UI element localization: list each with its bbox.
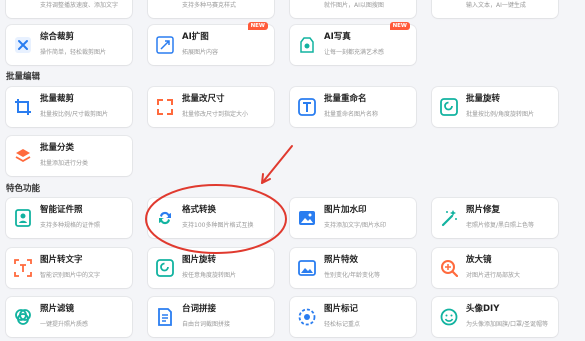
tool-title: 图片加水印 <box>324 205 367 215</box>
tool-card-batch-rename[interactable]: 批量重命名 批量重命名图片名称 <box>290 87 416 127</box>
tool-card-photo-repair[interactable]: 照片修复 老照片修复/黑白照上色等 <box>432 198 558 238</box>
tool-card-ai-generate[interactable]: 输入文本，AI一键生成 <box>432 0 558 18</box>
tool-desc: 轻松标记重点 <box>324 321 361 328</box>
tool-card-batch-resize[interactable]: 批量改尺寸 批量修改尺寸到指定大小 <box>148 87 274 127</box>
tool-title: 照片滤镜 <box>40 304 75 314</box>
section-title-batch: 批量编辑 <box>6 72 41 82</box>
smiley-icon <box>440 308 458 326</box>
tool-card-batch-classify[interactable]: 批量分类 批量添加进行分类 <box>6 136 132 176</box>
tool-card-batch-rotate[interactable]: 批量旋转 批量按比例/角度旋转图片 <box>432 87 558 127</box>
tool-desc: 批量重命名图片名称 <box>324 111 379 118</box>
tool-title: 放大镜 <box>466 255 492 265</box>
tool-desc: 支持多种规格的证件照 <box>40 222 101 229</box>
tool-title: 综合裁剪 <box>40 32 75 42</box>
batch-crop-icon <box>14 98 32 116</box>
tool-title: 台词拼接 <box>182 304 217 314</box>
tool-card-video[interactable]: 支持调整播放速度、添加文字 <box>6 0 132 18</box>
tool-card-crop[interactable]: 综合裁剪 操作简单，轻松裁剪图片 <box>6 25 132 65</box>
tool-card-avatar-diy[interactable]: 头像DIY 为头像添加国旗/口罩/圣诞帽等 <box>432 297 558 337</box>
tool-desc: 老照片修复/黑白照上色等 <box>466 222 535 229</box>
resize-icon <box>156 98 174 116</box>
tool-grid-page: 支持调整播放速度、添加文字 支持多种马赛克样式 就作图片，AI以图搜图 输入文本… <box>0 0 585 341</box>
tool-card-mosaic[interactable]: 支持多种马赛克样式 <box>148 0 274 18</box>
document-icon <box>156 308 174 326</box>
rotate-icon <box>440 98 458 116</box>
tool-title: 图片标记 <box>324 304 359 314</box>
magic-wand-icon <box>440 209 458 227</box>
tool-card-magnifier[interactable]: 放大镜 对图片进行局部放大 <box>432 248 558 288</box>
tool-desc: 为头像添加国旗/口罩/圣诞帽等 <box>466 321 549 328</box>
tool-desc: 支持多种马赛克样式 <box>182 2 237 9</box>
tool-card-photo-effects[interactable]: 照片特效 性别变化/年龄变化等 <box>290 248 416 288</box>
tool-desc: 就作图片，AI以图搜图 <box>324 2 384 9</box>
layers-icon <box>14 147 32 165</box>
tool-desc: 支持100多种图片格式互换 <box>182 222 254 229</box>
tool-desc: 支持添加文字/图片水印 <box>324 222 387 229</box>
tool-title: 批量裁剪 <box>40 94 75 104</box>
tool-desc: 自由台词截图拼接 <box>182 321 231 328</box>
section-title-special: 特色功能 <box>6 184 41 194</box>
new-badge: NEW <box>389 22 410 30</box>
rename-icon <box>298 98 316 116</box>
tool-desc: 按任意角度旋转图片 <box>182 272 237 279</box>
tool-card-photo-filter[interactable]: 照片滤镜 一键提升照片质感 <box>6 297 132 337</box>
crop-icon <box>14 36 32 54</box>
tool-title: 批量旋转 <box>466 94 501 104</box>
tool-title: 图片转文字 <box>40 255 83 265</box>
tool-title: 批量重命名 <box>324 94 367 104</box>
tool-card-format-convert[interactable]: 格式转换 支持100多种图片格式互换 <box>148 198 274 238</box>
tool-title: 照片特效 <box>324 255 359 265</box>
tool-desc: 对图片进行局部放大 <box>466 272 521 279</box>
convert-icon <box>156 209 174 227</box>
tool-card-watermark[interactable]: 图片加水印 支持添加文字/图片水印 <box>290 198 416 238</box>
tool-title: 批量改尺寸 <box>182 94 225 104</box>
tool-desc: 拓展图片内容 <box>182 49 219 56</box>
tool-desc: 输入文本，AI一键生成 <box>466 2 526 9</box>
tool-card-image-search[interactable]: 就作图片，AI以图搜图 <box>290 0 416 18</box>
tool-desc: 支持调整播放速度、添加文字 <box>40 2 119 9</box>
ai-generate-icon <box>440 0 458 2</box>
tool-card-batch-crop[interactable]: 批量裁剪 批量按比例/尺寸裁剪图片 <box>6 87 132 127</box>
image-icon <box>298 0 316 2</box>
photo-effects-icon <box>298 259 316 277</box>
tool-title: 智能证件照 <box>40 205 83 215</box>
expand-icon <box>156 36 174 54</box>
tool-title: 照片修复 <box>466 205 501 215</box>
tool-desc: 性别变化/年龄变化等 <box>324 272 381 279</box>
tool-title: AI写真 <box>324 32 351 42</box>
tool-desc: 智能识别图片中的文字 <box>40 272 101 279</box>
tool-desc: 批量添加进行分类 <box>40 160 89 167</box>
annotation-arrowhead <box>261 173 271 184</box>
tool-title: AI扩图 <box>182 32 209 42</box>
tool-desc: 批量按比例/尺寸裁剪图片 <box>40 111 109 118</box>
magnifier-icon <box>440 259 458 277</box>
tool-desc: 一键提升照片质感 <box>40 321 89 328</box>
tool-card-id-photo[interactable]: 智能证件照 支持多种规格的证件照 <box>6 198 132 238</box>
new-badge: NEW <box>247 22 268 30</box>
watermark-icon <box>298 209 316 227</box>
tool-title: 格式转换 <box>182 205 217 215</box>
tool-desc: 批量按比例/角度旋转图片 <box>466 111 535 118</box>
marker-icon <box>298 308 316 326</box>
tool-card-ai-portrait[interactable]: AI写真 让每一刻都充满艺术感 NEW <box>290 22 416 65</box>
tool-desc: 操作简单，轻松裁剪图片 <box>40 49 107 56</box>
tool-card-subtitle-stitch[interactable]: 台词拼接 自由台词截图拼接 <box>148 297 274 337</box>
tool-card-ai-expand[interactable]: AI扩图 拓展图片内容 NEW <box>148 22 274 65</box>
id-photo-icon <box>14 209 32 227</box>
rotate-icon <box>156 259 174 277</box>
tool-desc: 批量修改尺寸到指定大小 <box>182 111 249 118</box>
tool-title: 批量分类 <box>40 143 75 153</box>
tool-title: 头像DIY <box>466 304 500 314</box>
tool-card-image-rotate[interactable]: 图片旋转 按任意角度旋转图片 <box>148 248 274 288</box>
ocr-icon <box>14 259 32 277</box>
filter-icon <box>14 308 32 326</box>
tool-card-image-to-text[interactable]: 图片转文字 智能识别图片中的文字 <box>6 248 132 288</box>
annotation-arrow <box>261 145 293 184</box>
tool-desc: 让每一刻都充满艺术感 <box>324 49 385 56</box>
tool-card-image-marker[interactable]: 图片标记 轻松标记重点 <box>290 297 416 337</box>
portrait-icon <box>298 36 316 54</box>
tool-title: 图片旋转 <box>182 255 217 265</box>
